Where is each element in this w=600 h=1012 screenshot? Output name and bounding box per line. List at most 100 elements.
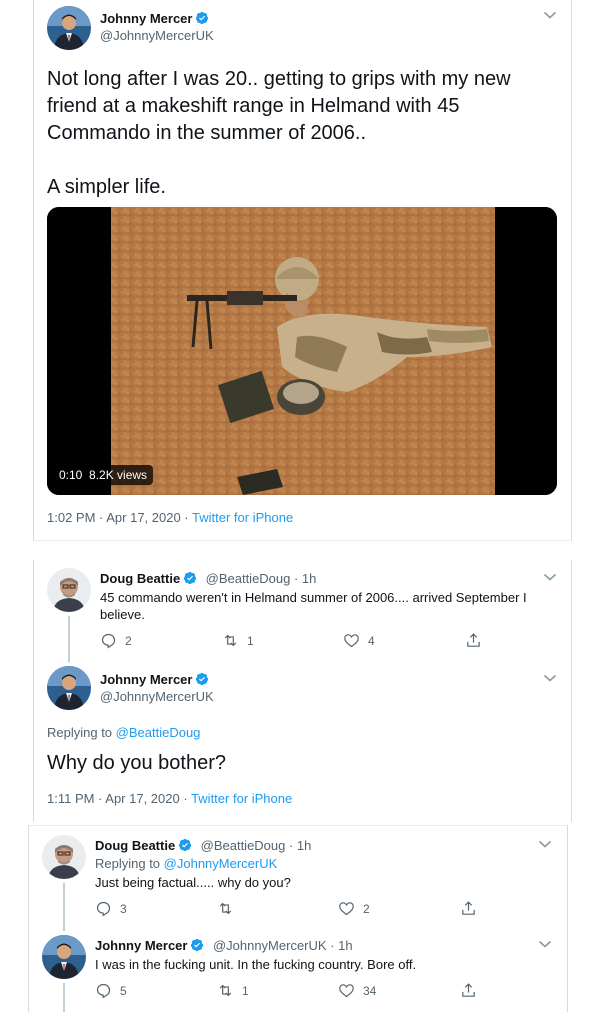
card-border-right [571, 0, 572, 540]
video-views: 8.2K views [89, 468, 148, 482]
card-border-right [567, 825, 568, 1012]
divider [33, 540, 572, 541]
verified-badge-icon [178, 838, 192, 852]
retweet-button[interactable]: 1 [222, 632, 254, 649]
reply-author-row: Johnny Mercer @JohnnyMercerUK · 1h [95, 937, 353, 955]
avatar-johnny-mercer-icon [42, 935, 86, 979]
chevron-down-icon[interactable] [538, 839, 552, 849]
tweet-text-line: Not long after I was 20.. getting to gri… [47, 68, 511, 90]
replying-to-row: Replying to @JohnnyMercerUK [95, 856, 277, 871]
author-handle[interactable]: @JohnnyMercerUK · 1h [213, 938, 353, 953]
avatar-johnny-mercer-icon [47, 6, 91, 50]
video-player[interactable]: 0:10 8.2K views [47, 207, 557, 495]
reply-button[interactable]: 3 [95, 900, 127, 917]
tweet-timestamp-row: 1:11 PM · Apr 17, 2020 · Twitter for iPh… [47, 791, 292, 806]
reply-author-row: Doug Beattie @BeattieDoug · 1h [95, 837, 311, 855]
avatar[interactable] [47, 568, 91, 612]
author-handle[interactable]: @JohnnyMercerUK [100, 28, 214, 43]
retweet-count: 1 [242, 983, 249, 998]
like-count: 4 [368, 633, 375, 648]
timestamp[interactable]: 1:11 PM · Apr 17, 2020 · [47, 791, 191, 806]
retweet-button[interactable]: 1 [217, 982, 249, 999]
share-button[interactable] [465, 632, 490, 649]
card-border-right [571, 560, 572, 822]
tweet-text-line: Commando in the summer of 2006.. [47, 122, 367, 144]
avatar[interactable] [47, 6, 91, 50]
reply-text-line: believe. [100, 607, 145, 622]
reply-count: 3 [120, 901, 127, 916]
reply-author-row: Doug Beattie @BeattieDoug · 1h [100, 570, 316, 588]
author-name[interactable]: Johnny Mercer [100, 11, 192, 26]
verified-badge-icon [195, 11, 209, 25]
tweet-text-line: A simpler life. [47, 176, 166, 198]
avatar[interactable] [42, 935, 86, 979]
share-icon [465, 632, 482, 649]
avatar[interactable] [47, 666, 91, 710]
like-count: 34 [363, 983, 377, 998]
reply-text-line: 45 commando weren't in Helmand summer of… [100, 590, 527, 605]
replying-to-label: Replying to [95, 856, 164, 871]
card-border-left [28, 825, 29, 1012]
share-icon [460, 982, 477, 999]
replying-to-label: Replying to [47, 725, 116, 740]
source-link[interactable]: Twitter for iPhone [192, 510, 293, 525]
avatar-doug-beattie-icon [47, 568, 91, 612]
author-handle[interactable]: @JohnnyMercerUK [100, 689, 214, 704]
retweet-count: 1 [247, 633, 254, 648]
share-icon [460, 900, 477, 917]
author-name[interactable]: Doug Beattie [95, 838, 175, 853]
source-link[interactable]: Twitter for iPhone [191, 791, 292, 806]
like-button[interactable]: 2 [338, 900, 370, 917]
share-button[interactable] [460, 982, 485, 999]
like-icon [338, 900, 355, 917]
retweet-button[interactable] [217, 900, 242, 917]
tweet-text: Not long after I was 20.. getting to gri… [47, 66, 511, 201]
reply-button[interactable]: 2 [100, 632, 132, 649]
video-duration: 0:10 [59, 468, 83, 482]
author-handle[interactable]: @BeattieDoug · 1h [201, 838, 312, 853]
avatar[interactable] [42, 835, 86, 879]
divider [28, 825, 568, 826]
reply-icon [95, 900, 112, 917]
replying-to-link[interactable]: @BeattieDoug [116, 725, 201, 740]
like-icon [338, 982, 355, 999]
tweet-author-row: Johnny Mercer [100, 671, 209, 689]
card-border-left [33, 0, 34, 540]
reply-text: I was in the fucking unit. In the fuckin… [95, 957, 417, 972]
tweet-author-row: Johnny Mercer [100, 10, 209, 28]
replying-to-row: Replying to @BeattieDoug [47, 725, 200, 740]
verified-badge-icon [195, 672, 209, 686]
thread-connector [68, 616, 70, 662]
reply-text: 45 commando weren't in Helmand summer of… [100, 589, 527, 623]
chevron-down-icon[interactable] [543, 673, 557, 683]
retweet-icon [222, 632, 239, 649]
like-count: 2 [363, 901, 370, 916]
author-name[interactable]: Johnny Mercer [100, 672, 192, 687]
like-button[interactable]: 34 [338, 982, 376, 999]
tweet-text: Why do you bother? [47, 752, 226, 774]
tweet-timestamp-row: 1:02 PM · Apr 17, 2020 · Twitter for iPh… [47, 510, 293, 525]
video-stats-badge: 0:10 8.2K views [53, 465, 154, 485]
timestamp[interactable]: 1:02 PM · Apr 17, 2020 · [47, 510, 192, 525]
share-button[interactable] [460, 900, 485, 917]
reply-button[interactable]: 5 [95, 982, 127, 999]
reply-count: 2 [125, 633, 132, 648]
thread-connector [63, 883, 65, 931]
like-button[interactable]: 4 [343, 632, 375, 649]
author-name[interactable]: Johnny Mercer [95, 938, 187, 953]
chevron-down-icon[interactable] [543, 572, 557, 582]
reply-count: 5 [120, 983, 127, 998]
retweet-icon [217, 982, 234, 999]
retweet-icon [217, 900, 234, 917]
video-thumbnail [47, 207, 557, 495]
avatar-doug-beattie-icon [42, 835, 86, 879]
chevron-down-icon[interactable] [538, 939, 552, 949]
verified-badge-icon [183, 571, 197, 585]
author-handle[interactable]: @BeattieDoug · 1h [206, 571, 317, 586]
author-name[interactable]: Doug Beattie [100, 571, 180, 586]
reply-icon [100, 632, 117, 649]
verified-badge-icon [190, 938, 204, 952]
replying-to-link[interactable]: @JohnnyMercerUK [164, 856, 278, 871]
chevron-down-icon[interactable] [543, 10, 557, 20]
thread-connector [63, 983, 65, 1012]
